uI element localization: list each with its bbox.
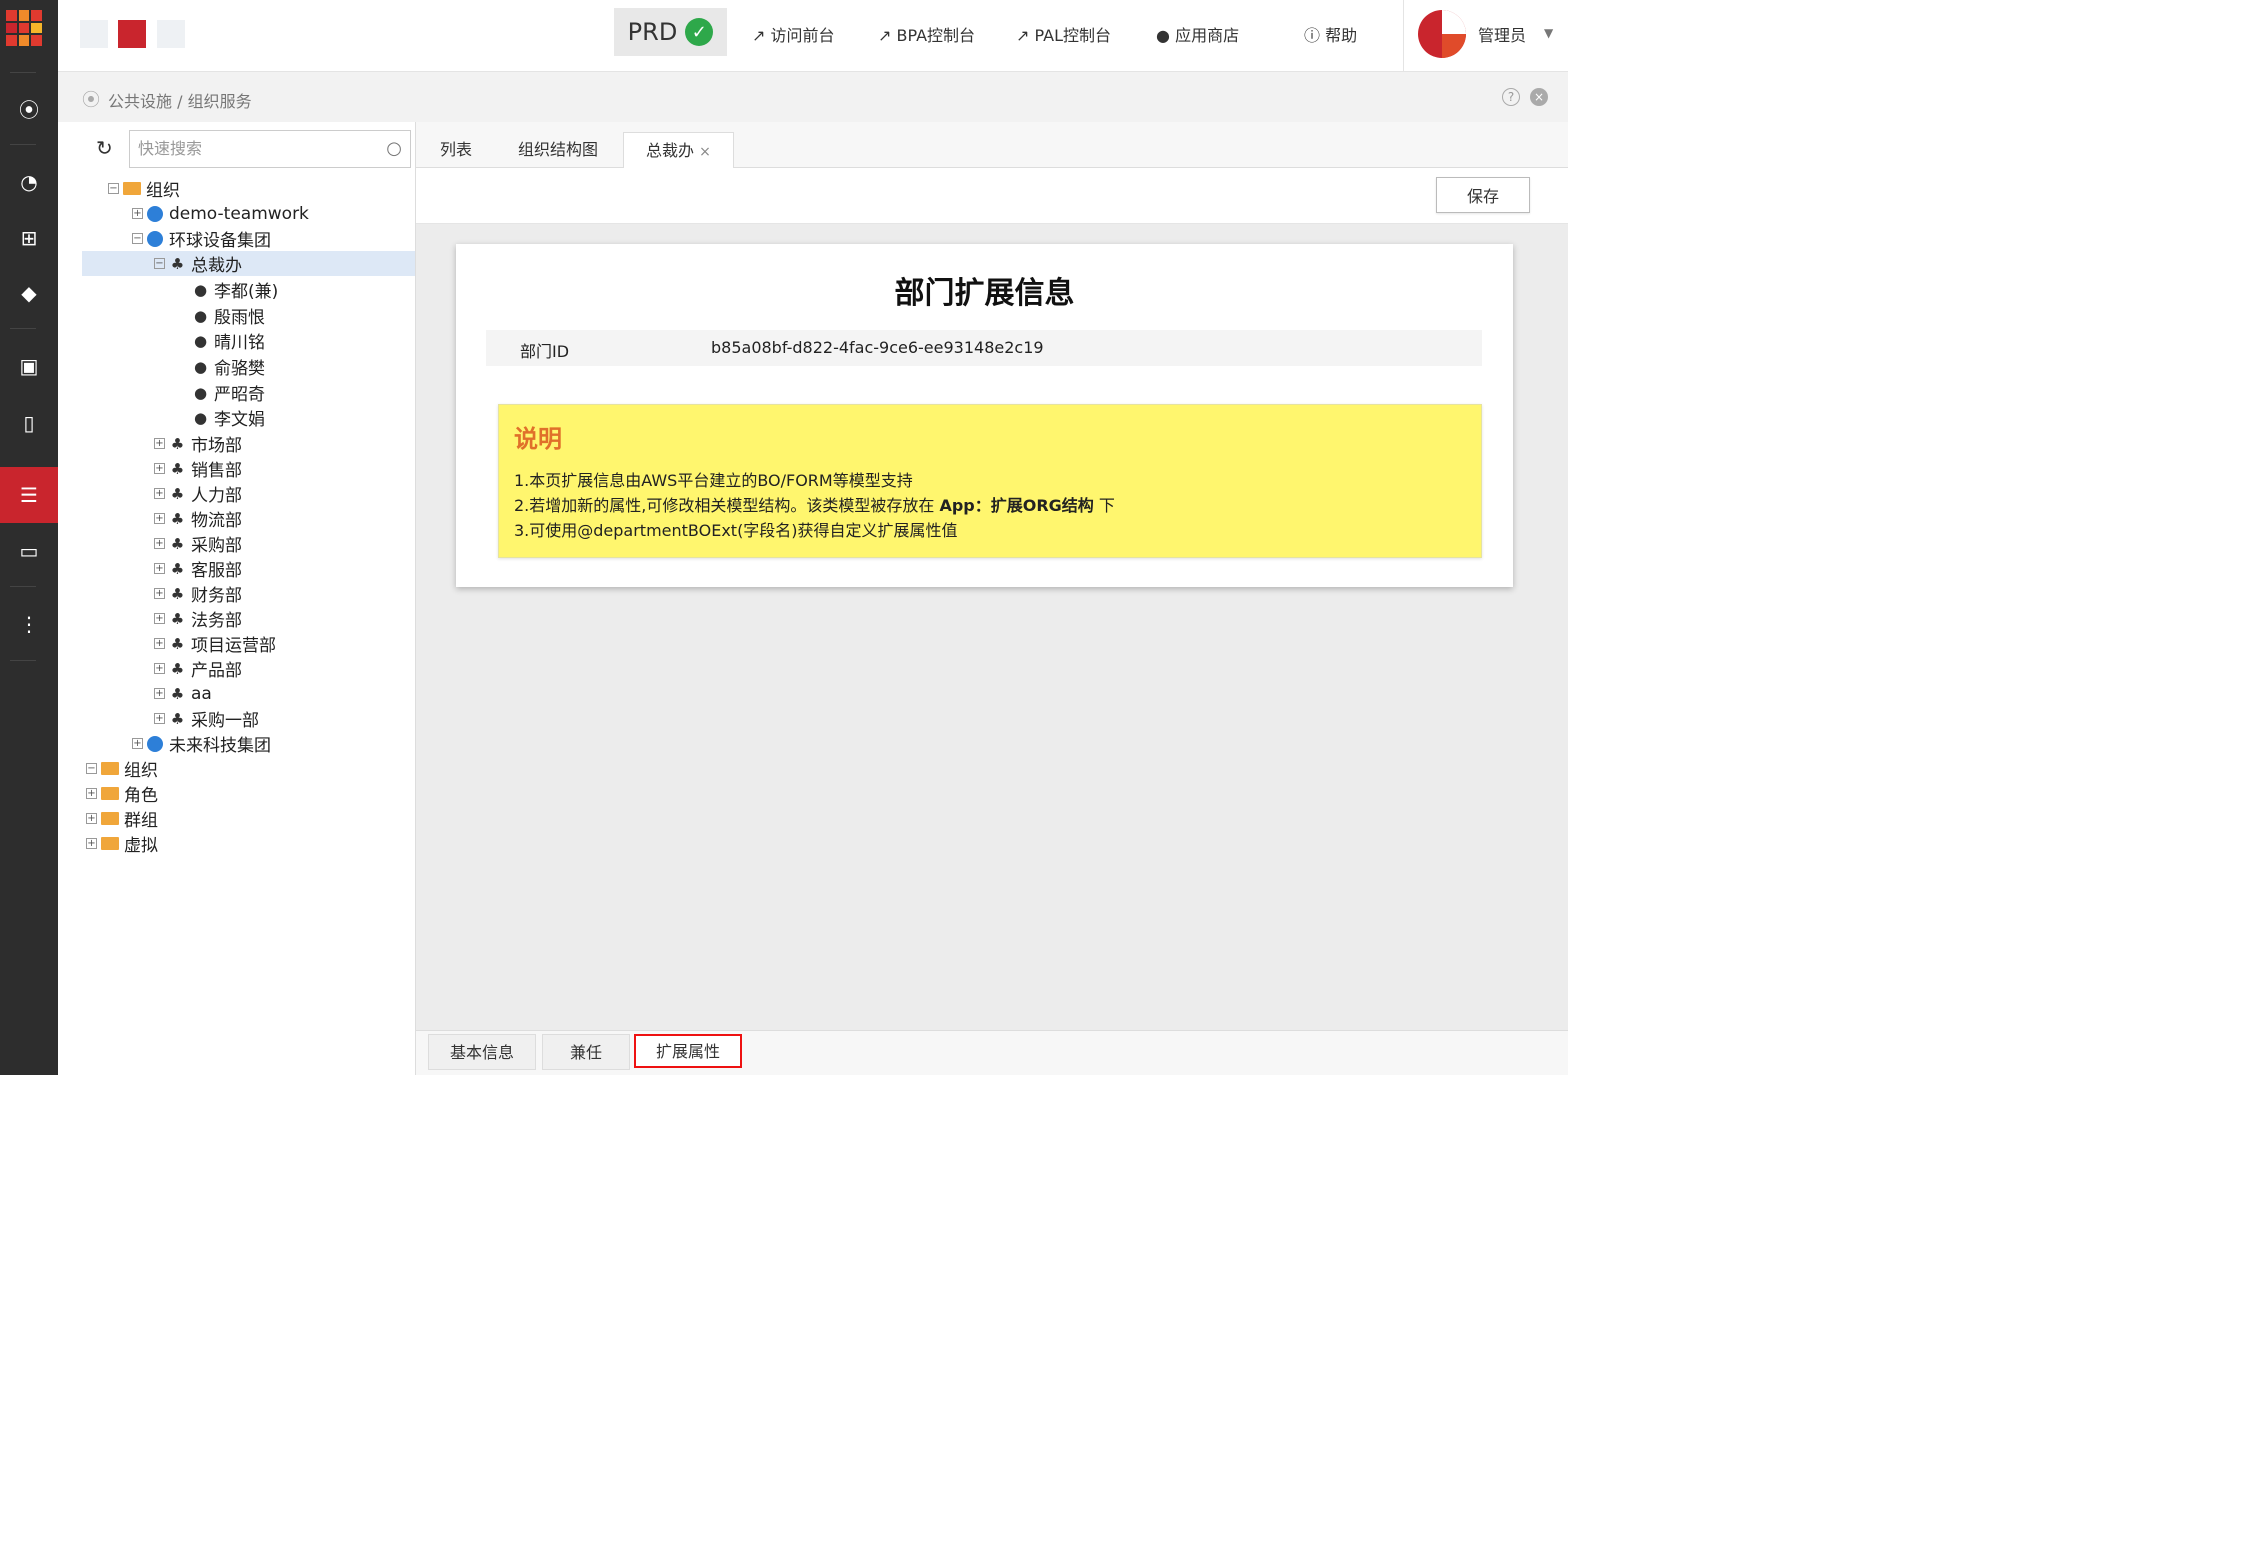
bottom-tab-bar: 基本信息 兼任 扩展属性 [416, 1030, 1568, 1075]
close-icon[interactable]: × [699, 144, 711, 160]
note-line: 3.可使用@departmentBOExt(字段名)获得自定义扩展属性值 [514, 521, 958, 540]
tree-node[interactable]: − 环球设备集团 [132, 226, 271, 251]
dashboard-icon[interactable]: ◔ [0, 154, 58, 210]
tree-node[interactable]: + ♣ 采购一部 [154, 706, 259, 731]
device-icon[interactable]: ▣ [0, 338, 58, 394]
tree-node[interactable]: + ♣ 市场部 [154, 431, 242, 456]
tree-node-selected[interactable]: − ♣ 总裁办 [82, 251, 415, 276]
tab-concurrent[interactable]: 兼任 [542, 1034, 630, 1070]
tree-node[interactable]: + ♣ 产品部 [154, 656, 242, 681]
breadcrumb-path: 公共设施 / 组织服务 [108, 92, 252, 111]
note-line: 2.若增加新的属性,可修改相关模型结构。该类模型被存放在 App：扩展ORG结构… [514, 496, 1115, 515]
tree-user[interactable]: ● 李文娟 [192, 405, 265, 431]
note-box: 说明 1.本页扩展信息由AWS平台建立的BO/FORM等模型支持 2.若增加新的… [498, 404, 1482, 558]
note-title: 说明 [514, 425, 562, 453]
bpa-console-link[interactable]: ↗ BPA控制台 [878, 22, 975, 46]
tab-department[interactable]: 总裁办 × [623, 132, 734, 168]
help-circle-icon[interactable]: ? [1502, 88, 1520, 106]
card-title: 部门扩展信息 [894, 276, 1075, 311]
app-grid-logo[interactable] [6, 10, 42, 46]
tree-node[interactable]: + demo-teamwork [132, 201, 309, 226]
search-icon[interactable]: ○ [386, 131, 402, 167]
help-icon: ⓘ [1304, 26, 1321, 45]
tab-list[interactable]: 列表 [418, 132, 494, 168]
chevron-down-icon[interactable]: ▼ [1544, 26, 1553, 40]
env-label: PRD [627, 18, 678, 46]
tree-node[interactable]: + 角色 [86, 781, 158, 806]
more-icon[interactable]: ⋮ [0, 596, 58, 652]
help-link[interactable]: ⓘ 帮助 [1304, 22, 1357, 46]
refresh-icon[interactable]: ↻ [96, 136, 113, 160]
tree-node[interactable]: − 组织 [86, 756, 158, 781]
cube-icon[interactable]: ◆ [0, 265, 58, 321]
mobile-icon[interactable]: ▯ [0, 395, 58, 451]
avatar[interactable] [1418, 10, 1466, 58]
user-menu[interactable]: 管理员 [1478, 22, 1526, 46]
tree-node[interactable]: + ♣ 采购部 [154, 531, 242, 556]
toolbar: 保存 [416, 168, 1568, 224]
save-button[interactable]: 保存 [1436, 177, 1530, 213]
department-id-row: 部门ID b85a08bf-d822-4fac-9ce6-ee93148e2c1… [486, 330, 1482, 366]
top-bar: PRD ✓ ↗ 访问前台 ↗ BPA控制台 ↗ PAL控制台 ● 应用商店 ⓘ … [58, 0, 1568, 72]
tree-node[interactable]: + ♣ 人力部 [154, 481, 242, 506]
tree-node[interactable]: + ♣ aa [154, 681, 212, 706]
tree-node[interactable]: + ♣ 销售部 [154, 456, 242, 481]
placeholder-tile [80, 20, 108, 48]
extension-info-card: 部门扩展信息 部门ID b85a08bf-d822-4fac-9ce6-ee93… [456, 244, 1513, 587]
breadcrumb: ⦿ 公共设施 / 组织服务 ? × [58, 72, 1568, 122]
department-id-value: b85a08bf-d822-4fac-9ce6-ee93148e2c19 [711, 338, 1044, 357]
tree-node[interactable]: + ♣ 财务部 [154, 581, 242, 606]
tree-node[interactable]: + 群组 [86, 806, 158, 831]
note-line: 1.本页扩展信息由AWS平台建立的BO/FORM等模型支持 [514, 471, 913, 490]
bag-icon: ● [1156, 26, 1170, 45]
tree-node[interactable]: + ♣ 客服部 [154, 556, 242, 581]
tree-user[interactable]: ● 殷雨恨 [192, 303, 265, 329]
tab-bar: 列表 组织结构图 总裁办 × [416, 122, 1568, 168]
left-sidebar: ⦿ ◔ ⊞ ◆ ▣ ▯ ☰ ▭ ⋮ [0, 0, 58, 1075]
apps-icon[interactable]: ⊞ [0, 210, 58, 266]
pal-console-link[interactable]: ↗ PAL控制台 [1016, 22, 1111, 46]
visit-frontend-link[interactable]: ↗ 访问前台 [752, 22, 835, 46]
tree-user[interactable]: ● 李都(兼) [192, 277, 278, 303]
tree-node[interactable]: + ♣ 物流部 [154, 506, 242, 531]
tab-org-chart[interactable]: 组织结构图 [496, 132, 620, 168]
tree-user[interactable]: ● 俞骆樊 [192, 354, 265, 380]
tab-basic-info[interactable]: 基本信息 [428, 1034, 536, 1070]
tree-node[interactable]: + ♣ 法务部 [154, 606, 242, 631]
search-input[interactable]: 快速搜索 ○ [129, 130, 411, 168]
monitor-icon[interactable]: ▭ [0, 523, 58, 579]
tree-node[interactable]: + ♣ 项目运营部 [154, 631, 276, 656]
check-icon: ✓ [685, 18, 714, 46]
tree-user[interactable]: ● 严昭奇 [192, 380, 265, 406]
app-store-link[interactable]: ● 应用商店 [1156, 22, 1239, 46]
department-id-label: 部门ID [520, 342, 570, 361]
close-icon[interactable]: × [1530, 88, 1548, 106]
env-badge[interactable]: PRD ✓ [614, 8, 727, 56]
brand-tile [118, 20, 146, 48]
tree-node[interactable]: + 未来科技集团 [132, 731, 271, 756]
location-pin-icon: ⦿ [82, 90, 100, 111]
org-tree-panel: ↻ 快速搜索 ○ − 组织 + demo-teamwork − 环球设备集团 − ♣ 总裁… [82, 122, 416, 1075]
tree-node[interactable]: + 虚拟 [86, 831, 158, 856]
main-content: 列表 组织结构图 总裁办 × 保存 部门扩展信息 部门ID b85a08bf-d… [416, 122, 1568, 1075]
tab-extension-attributes[interactable]: 扩展属性 [634, 1034, 742, 1068]
menu-icon[interactable]: ☰ [0, 467, 58, 523]
placeholder-tile [157, 20, 185, 48]
tree-node[interactable]: − 组织 [108, 176, 180, 201]
location-icon[interactable]: ⦿ [0, 80, 58, 136]
tree-user[interactable]: ● 晴川铭 [192, 328, 265, 354]
